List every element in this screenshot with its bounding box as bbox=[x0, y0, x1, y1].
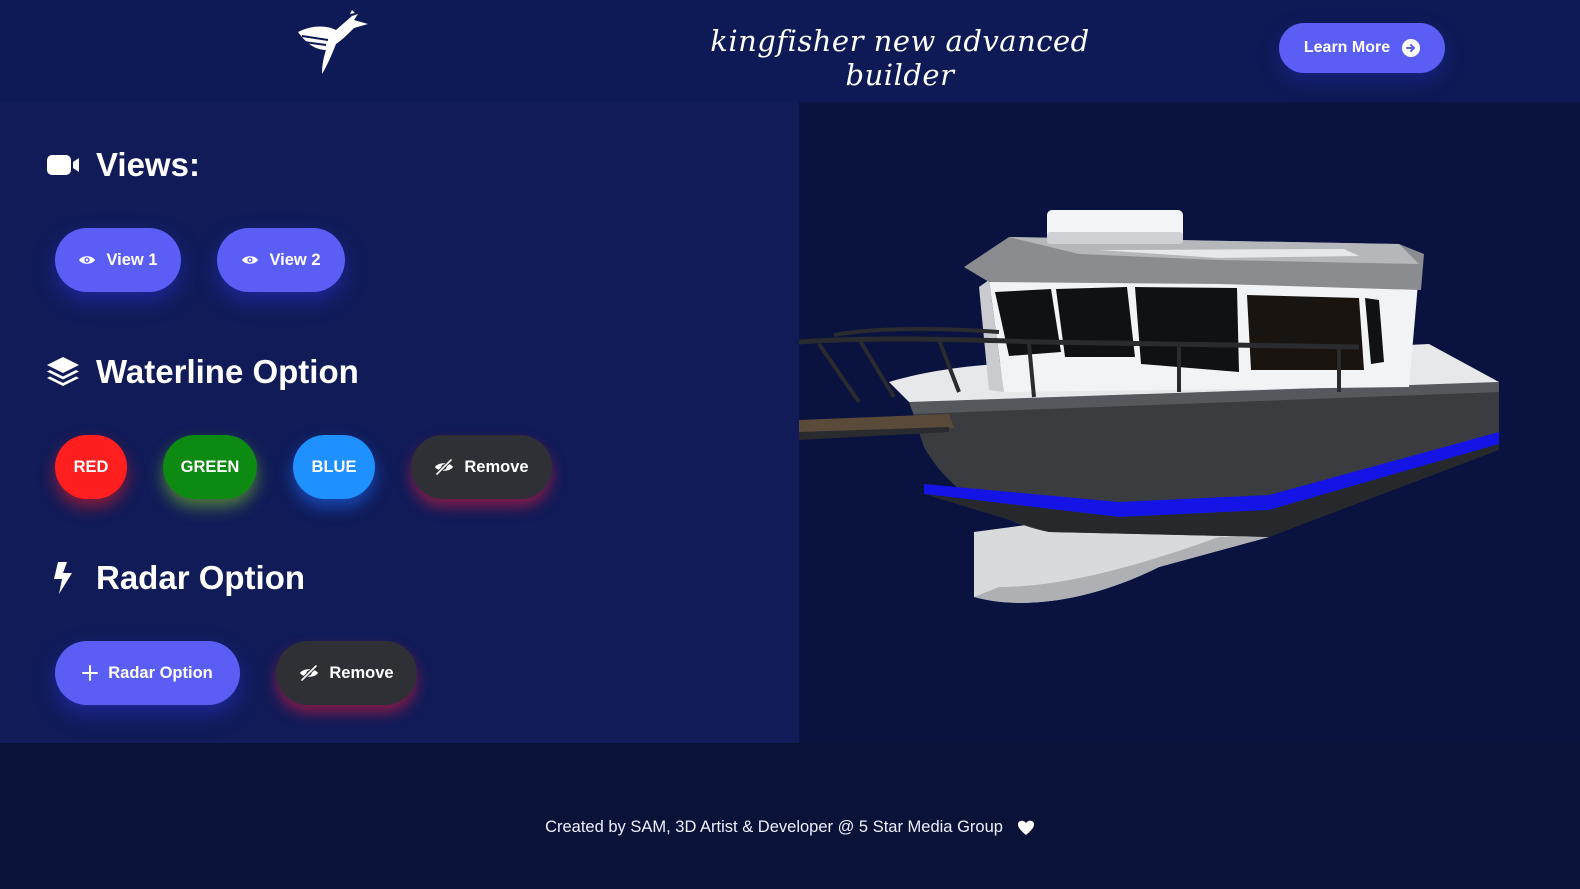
eye-slash-icon bbox=[435, 459, 454, 475]
eye-icon bbox=[79, 256, 96, 264]
learn-more-label: Learn More bbox=[1303, 39, 1391, 56]
layers-icon bbox=[46, 355, 80, 389]
app-tagline: kingfisher new advanced builder bbox=[710, 24, 1090, 92]
waterline-title: Waterline Option bbox=[96, 353, 359, 390]
kingfisher-bird-logo[interactable] bbox=[292, 10, 372, 76]
view-2-label: View 2 bbox=[269, 250, 321, 269]
app-page: kingfisher new advanced builder Learn Mo… bbox=[0, 0, 1580, 889]
heart-icon bbox=[1017, 820, 1034, 835]
lightning-bolt-icon bbox=[46, 561, 80, 595]
model-viewer[interactable] bbox=[799, 102, 1580, 743]
waterline-red-label: RED bbox=[73, 457, 109, 476]
radar-section-title: Radar Option bbox=[46, 559, 305, 597]
waterline-blue-button[interactable]: BLUE bbox=[293, 435, 375, 499]
waterline-red-button[interactable]: RED bbox=[55, 435, 127, 499]
video-camera-icon bbox=[46, 148, 80, 182]
add-radar-label: Radar Option bbox=[108, 663, 213, 682]
credit-text: Created by SAM, 3D Artist & Developer @ … bbox=[545, 818, 1003, 836]
eye-slash-icon bbox=[300, 665, 319, 681]
arrow-circle-right-icon bbox=[1402, 39, 1421, 57]
waterline-remove-label: Remove bbox=[464, 457, 529, 476]
view-1-label: View 1 bbox=[106, 250, 158, 269]
waterline-section-title: Waterline Option bbox=[46, 353, 359, 391]
options-panel: Views: View 1 View 2 Waterline Option RE… bbox=[0, 102, 799, 743]
radar-title: Radar Option bbox=[96, 559, 306, 596]
views-section-title: Views: bbox=[46, 146, 200, 184]
plus-icon bbox=[82, 665, 99, 681]
eye-icon bbox=[242, 256, 259, 264]
add-radar-button[interactable]: Radar Option bbox=[55, 641, 240, 705]
boat-3d-model[interactable] bbox=[799, 192, 1580, 612]
page-footer: Created by SAM, 3D Artist & Developer @ … bbox=[0, 743, 1580, 889]
learn-more-button[interactable]: Learn More bbox=[1279, 23, 1445, 73]
views-title: Views: bbox=[96, 146, 200, 183]
view-2-button[interactable]: View 2 bbox=[217, 228, 345, 292]
radar-remove-button[interactable]: Remove bbox=[276, 641, 417, 705]
radar-remove-label: Remove bbox=[329, 663, 394, 682]
waterline-blue-label: BLUE bbox=[311, 457, 357, 476]
waterline-green-button[interactable]: GREEN bbox=[163, 435, 257, 499]
waterline-remove-button[interactable]: Remove bbox=[411, 435, 552, 499]
footer-credit: Created by SAM, 3D Artist & Developer @ … bbox=[0, 818, 1580, 837]
top-header: kingfisher new advanced builder Learn Mo… bbox=[0, 0, 1580, 102]
view-1-button[interactable]: View 1 bbox=[55, 228, 181, 292]
waterline-green-label: GREEN bbox=[180, 457, 240, 476]
